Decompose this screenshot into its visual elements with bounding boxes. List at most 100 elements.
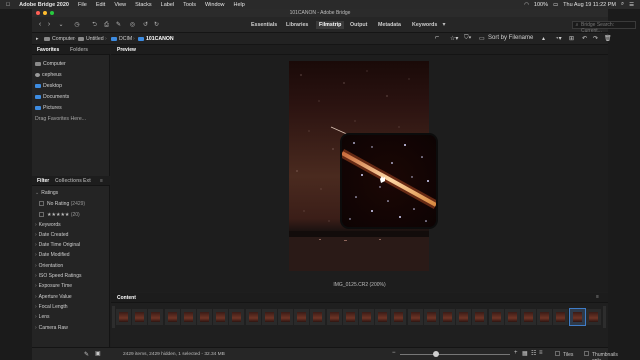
zoom-out-icon[interactable]: −: [392, 350, 396, 356]
filmstrip-thumbnail[interactable]: [229, 309, 245, 325]
filmstrip-thumbnail[interactable]: [180, 309, 196, 325]
filmstrip-thumbnail[interactable]: [504, 309, 520, 325]
breadcrumb-computer[interactable]: Computer: [44, 36, 75, 42]
filmstrip-thumbnail[interactable]: [342, 309, 358, 325]
favorite-pictures[interactable]: Pictures: [35, 105, 62, 111]
workspace-menu-icon[interactable]: ▾: [440, 21, 448, 29]
workspace-essentials[interactable]: Essentials: [251, 22, 277, 28]
filter-section-lens[interactable]: › Lens: [35, 314, 50, 320]
thumbnails-only-checkbox[interactable]: [584, 351, 589, 356]
control-center-icon[interactable]: ☰: [629, 2, 634, 8]
filter-section-date-modified[interactable]: › Date Modified: [35, 252, 70, 258]
filter-section-iso[interactable]: › ISO Speed Ratings: [35, 273, 81, 279]
sort-button[interactable]: Sort by Filename: [488, 35, 533, 41]
filmstrip-scroll-left[interactable]: [112, 306, 115, 328]
filmstrip-thumbnail[interactable]: [456, 309, 472, 325]
filter-no-rating[interactable]: No Rating (2429): [39, 201, 85, 207]
back-icon[interactable]: ‹: [37, 21, 43, 29]
hide-panel-icon[interactable]: ▣: [95, 350, 101, 357]
tab-content[interactable]: Content: [117, 295, 136, 301]
panel-menu-icon[interactable]: ≡: [100, 178, 103, 184]
thumbnail-size-slider-handle[interactable]: [433, 351, 439, 357]
filmstrip-thumbnail[interactable]: [213, 309, 229, 325]
filmstrip-thumbnail[interactable]: [423, 309, 439, 325]
forward-icon[interactable]: ›: [46, 21, 52, 29]
filter-section-exposure-time[interactable]: › Exposure Time: [35, 283, 72, 289]
workspace-libraries[interactable]: Libraries: [286, 22, 308, 28]
tab-collections[interactable]: Collections: [55, 178, 82, 184]
tab-favorites[interactable]: Favorites: [37, 47, 59, 53]
list-view-icon[interactable]: ☷: [531, 350, 536, 357]
panel-menu-icon[interactable]: ≡: [596, 294, 599, 300]
filmstrip-thumbnail[interactable]: [440, 309, 455, 325]
filter-section-date-created[interactable]: › Date Created: [35, 232, 68, 238]
filmstrip-thumbnail[interactable]: [310, 309, 326, 325]
filmstrip-thumbnail[interactable]: [326, 309, 342, 325]
battery-icon[interactable]: ▭: [553, 2, 558, 8]
clock[interactable]: Thu Aug 19 11:22 PM: [563, 2, 616, 8]
delete-icon[interactable]: 🗑: [604, 35, 612, 42]
get-photos-icon[interactable]: ⎙: [102, 21, 111, 29]
favorite-cepheus[interactable]: cepheus: [35, 72, 62, 78]
menu-view[interactable]: View: [114, 2, 126, 8]
new-folder-button[interactable]: ⊞: [569, 35, 574, 42]
menu-edit[interactable]: Edit: [96, 2, 105, 8]
filmstrip-thumbnail-selected[interactable]: [568, 308, 586, 326]
filter-section-focal-length[interactable]: › Focal Length: [35, 304, 68, 310]
sort-direction-icon[interactable]: ▴: [542, 35, 545, 42]
loupe-magnifier[interactable]: [340, 133, 438, 229]
checkbox[interactable]: [39, 212, 44, 217]
filmstrip-thumbnail[interactable]: [116, 309, 131, 325]
menu-file[interactable]: File: [78, 2, 87, 8]
rotate-ccw-icon[interactable]: ↶: [582, 35, 587, 42]
search-input[interactable]: Bridge Search: Current...: [572, 21, 636, 34]
filmstrip-thumbnail[interactable]: [148, 309, 164, 325]
filter-section-aperture[interactable]: › Aperture Value: [35, 294, 72, 300]
breadcrumb-untitled[interactable]: Untitled: [78, 36, 104, 42]
tab-preview[interactable]: Preview: [117, 47, 136, 53]
apple-icon[interactable]: : [6, 2, 10, 8]
open-recent-icon[interactable]: ◔▾: [555, 35, 562, 42]
return-to-photoshop-icon[interactable]: ⮌: [90, 21, 99, 29]
filmstrip-thumbnail[interactable]: [197, 309, 212, 325]
menu-tools[interactable]: Tools: [183, 2, 196, 8]
filmstrip-thumbnail[interactable]: [391, 309, 407, 325]
checkbox[interactable]: [39, 201, 44, 206]
filmstrip-thumbnail[interactable]: [294, 309, 310, 325]
breadcrumb-101canon[interactable]: 101CANON: [138, 36, 174, 42]
recent-files-icon[interactable]: ◷: [72, 21, 82, 29]
menu-help[interactable]: Help: [234, 2, 245, 8]
search-icon[interactable]: ⌕: [621, 1, 624, 8]
tab-filter[interactable]: Filter: [37, 178, 49, 184]
filmstrip-thumbnail[interactable]: [132, 309, 148, 325]
filmstrip-thumbnail[interactable]: [164, 309, 180, 325]
filter-section-date-time-original[interactable]: › Date Time Original: [35, 242, 80, 248]
filmstrip-scroll-right[interactable]: [603, 306, 606, 328]
refine-icon[interactable]: ✎: [114, 21, 123, 29]
grid-view-icon[interactable]: ▦: [522, 350, 528, 357]
new-folder-icon[interactable]: ▭: [479, 35, 485, 42]
quality-options-icon[interactable]: ⌐: [435, 34, 439, 41]
details-view-icon[interactable]: ≡: [539, 350, 543, 356]
filter-five-stars[interactable]: ★★★★★ (20): [39, 212, 80, 218]
go-parent-icon[interactable]: ⌄: [56, 21, 66, 29]
rating-filter-icon[interactable]: ☆▾: [450, 35, 458, 42]
workspace-output[interactable]: Output: [350, 22, 367, 28]
thumbnail-size-slider[interactable]: [400, 354, 510, 355]
workspace-keywords[interactable]: Keywords: [412, 22, 437, 28]
filter-section-keywords[interactable]: › Keywords: [35, 222, 61, 228]
rotate-right-icon[interactable]: ↻: [152, 21, 161, 29]
filmstrip-thumbnail[interactable]: [537, 309, 553, 325]
rotate-cw-icon[interactable]: ↷: [593, 35, 598, 42]
filmstrip-thumbnail[interactable]: [261, 309, 277, 325]
zoom-in-icon[interactable]: +: [514, 350, 518, 356]
rotate-left-icon[interactable]: ↺: [141, 21, 150, 29]
filmstrip-thumbnail[interactable]: [245, 309, 261, 325]
favorite-desktop[interactable]: Desktop: [35, 83, 62, 89]
filmstrip-thumbnail[interactable]: [521, 309, 536, 325]
tiles-checkbox[interactable]: [555, 351, 560, 356]
filmstrip-thumbnail[interactable]: [359, 309, 374, 325]
pin-icon[interactable]: ✎: [84, 351, 89, 358]
filmstrip-thumbnail[interactable]: [407, 309, 423, 325]
tab-folders[interactable]: Folders: [70, 47, 88, 53]
